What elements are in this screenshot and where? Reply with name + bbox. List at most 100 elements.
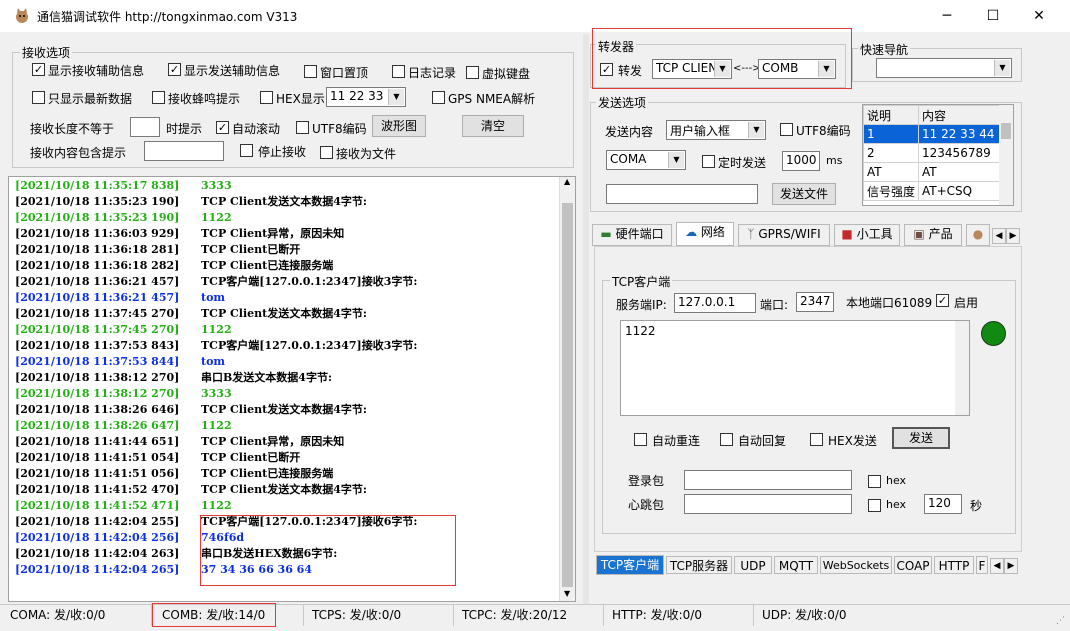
minimize-button[interactable]: ─	[924, 0, 970, 32]
gps-nmea-checkbox[interactable]	[432, 91, 445, 104]
tab-tcp-client[interactable]: TCP客户端	[596, 555, 664, 575]
heartbeat-input[interactable]	[684, 494, 852, 514]
preset-table[interactable]: 说明 内容 1 11 22 33 44 55 2 123456789 AT AT…	[862, 104, 1014, 206]
row-desc[interactable]: 信号强度	[863, 181, 920, 201]
log-timestamp: [2021/10/18 11:41:51 056]	[15, 467, 180, 480]
show-send-aux-checkbox[interactable]: ✓	[168, 63, 181, 76]
log-timestamp: [2021/10/18 11:38:12 270]	[15, 387, 180, 400]
maximize-button[interactable]: ☐	[970, 0, 1016, 32]
virtual-keyboard-checkbox[interactable]	[466, 66, 479, 79]
ms-label: ms	[826, 154, 843, 167]
table-row[interactable]: 信号强度 AT+CSQ	[863, 181, 1013, 201]
server-ip-input[interactable]: 127.0.0.1	[674, 293, 756, 313]
auto-reconnect-checkbox[interactable]	[634, 433, 647, 446]
tab-udp[interactable]: UDP	[734, 556, 772, 574]
heartbeat-interval-input[interactable]: 120	[924, 494, 962, 514]
close-button[interactable]: ✕	[1016, 0, 1062, 32]
tab-more-protocols[interactable]: F	[976, 556, 988, 574]
tab-coap[interactable]: COAP	[894, 556, 932, 574]
forward-arrow: <--->	[733, 63, 761, 74]
resize-grip-icon[interactable]: ⋰	[1056, 616, 1065, 626]
scroll-thumb[interactable]	[562, 203, 573, 587]
recv-contains-label: 接收内容包含提示	[30, 146, 127, 160]
send-text-scrollbar[interactable]	[955, 321, 969, 415]
stop-recv-checkbox[interactable]	[240, 144, 253, 157]
tab-tools[interactable]: ■ 小工具	[834, 224, 900, 246]
heartbeat-hex-checkbox[interactable]	[868, 499, 881, 512]
bottom-tab-scroll-left[interactable]: ◀	[990, 558, 1004, 574]
scroll-up-icon[interactable]: ▲	[564, 177, 570, 186]
table-header: 说明 内容	[863, 105, 1013, 125]
enable-checkbox[interactable]: ✓	[936, 294, 949, 307]
auto-reconnect-label: 自动重连	[652, 434, 701, 448]
table-scroll-thumb[interactable]	[1001, 123, 1011, 139]
log-message: tom	[201, 291, 226, 304]
login-hex-checkbox[interactable]	[868, 475, 881, 488]
tab-websockets[interactable]: WebSockets	[820, 556, 892, 574]
tab-mqtt[interactable]: MQTT	[774, 556, 818, 574]
tab-network[interactable]: ☁ 网络	[676, 222, 734, 246]
send-content-combo[interactable]: 用户输入框 ▼	[666, 120, 766, 140]
waveform-button[interactable]: 波形图	[372, 115, 426, 137]
forward-source-combo[interactable]: TCP CLIENT ▼	[652, 59, 732, 79]
show-latest-label: 只显示最新数据	[48, 92, 133, 106]
window-top-checkbox[interactable]	[304, 65, 317, 78]
quick-nav-combo[interactable]: ▼	[876, 58, 1012, 78]
send-text-area[interactable]: 1122	[620, 320, 970, 416]
auto-scroll-checkbox[interactable]: ✓	[216, 121, 229, 134]
login-packet-input[interactable]	[684, 470, 852, 490]
table-scrollbar[interactable]	[999, 105, 1013, 205]
tab-products[interactable]: ▣ 产品	[904, 224, 962, 246]
table-row[interactable]: 1 11 22 33 44 55	[863, 124, 1013, 144]
log-record-checkbox[interactable]	[392, 65, 405, 78]
tab-gprs[interactable]: ᛉ GPRS/WIFI	[738, 224, 830, 246]
file-path-input[interactable]	[606, 184, 758, 204]
row-desc[interactable]: 2	[863, 143, 920, 163]
tab-more[interactable]: ●	[966, 224, 990, 246]
table-row[interactable]: 2 123456789	[863, 143, 1013, 163]
recv-contains-input[interactable]	[144, 141, 224, 161]
row-desc[interactable]: AT	[863, 162, 920, 182]
forward-target-combo[interactable]: COMB ▼	[758, 59, 836, 79]
send-port-combo[interactable]: COMA ▼	[606, 150, 686, 170]
show-latest-checkbox[interactable]	[32, 91, 45, 104]
chevron-down-icon: ▼	[994, 60, 1010, 76]
send-file-button[interactable]: 发送文件	[772, 183, 836, 205]
log-message: TCP Client已连接服务端	[201, 467, 334, 480]
recv-len-input[interactable]	[130, 117, 160, 137]
tab-scroll-left[interactable]: ◀	[992, 228, 1006, 244]
tab-tcp-server[interactable]: TCP服务器	[666, 556, 732, 574]
heartbeat-hex-label: hex	[886, 498, 907, 511]
clear-button[interactable]: 清空	[462, 115, 524, 137]
recv-utf8-checkbox[interactable]	[296, 121, 309, 134]
hex-display-checkbox[interactable]	[260, 91, 273, 104]
log-message: TCP Client异常，原因未知	[201, 227, 345, 240]
timed-send-checkbox[interactable]	[702, 155, 715, 168]
send-utf8-checkbox[interactable]	[780, 123, 793, 136]
splitter[interactable]	[583, 34, 589, 604]
log-message: 串口B发送文本数据4字节:	[201, 371, 333, 384]
show-recv-aux-checkbox[interactable]: ✓	[32, 63, 45, 76]
hex-value-combo[interactable]: 11 22 33 ▼	[326, 87, 406, 107]
recv-as-file-checkbox[interactable]	[320, 146, 333, 159]
scroll-down-icon[interactable]: ▼	[564, 589, 570, 598]
auto-reply-checkbox[interactable]	[720, 433, 733, 446]
tab-hardware[interactable]: ▬ 硬件端口	[592, 224, 672, 246]
interval-input[interactable]: 1000	[782, 151, 820, 171]
tab-scroll-right[interactable]: ▶	[1006, 228, 1020, 244]
log-message: TCP Client发送文本数据4字节:	[201, 195, 367, 208]
log-line: [2021/10/18 11:38:12 270] 串口B发送文本数据4字节:	[15, 370, 332, 386]
recv-beep-checkbox[interactable]	[152, 91, 165, 104]
hex-send-checkbox[interactable]	[810, 433, 823, 446]
send-button[interactable]: 发送	[892, 427, 950, 449]
chevron-down-icon: ▼	[388, 89, 404, 105]
tab-http[interactable]: HTTP	[934, 556, 974, 574]
forward-checkbox[interactable]: ✓	[600, 63, 613, 76]
table-row[interactable]: AT AT	[863, 162, 1013, 182]
port-input[interactable]: 2347	[796, 292, 834, 312]
forward-label: 转发	[618, 64, 643, 78]
bottom-tab-scroll-right[interactable]: ▶	[1004, 558, 1018, 574]
log-scrollbar[interactable]: ▲ ▼	[559, 177, 575, 601]
row-desc[interactable]: 1	[863, 124, 920, 144]
log-timestamp: [2021/10/18 11:41:51 054]	[15, 451, 180, 464]
